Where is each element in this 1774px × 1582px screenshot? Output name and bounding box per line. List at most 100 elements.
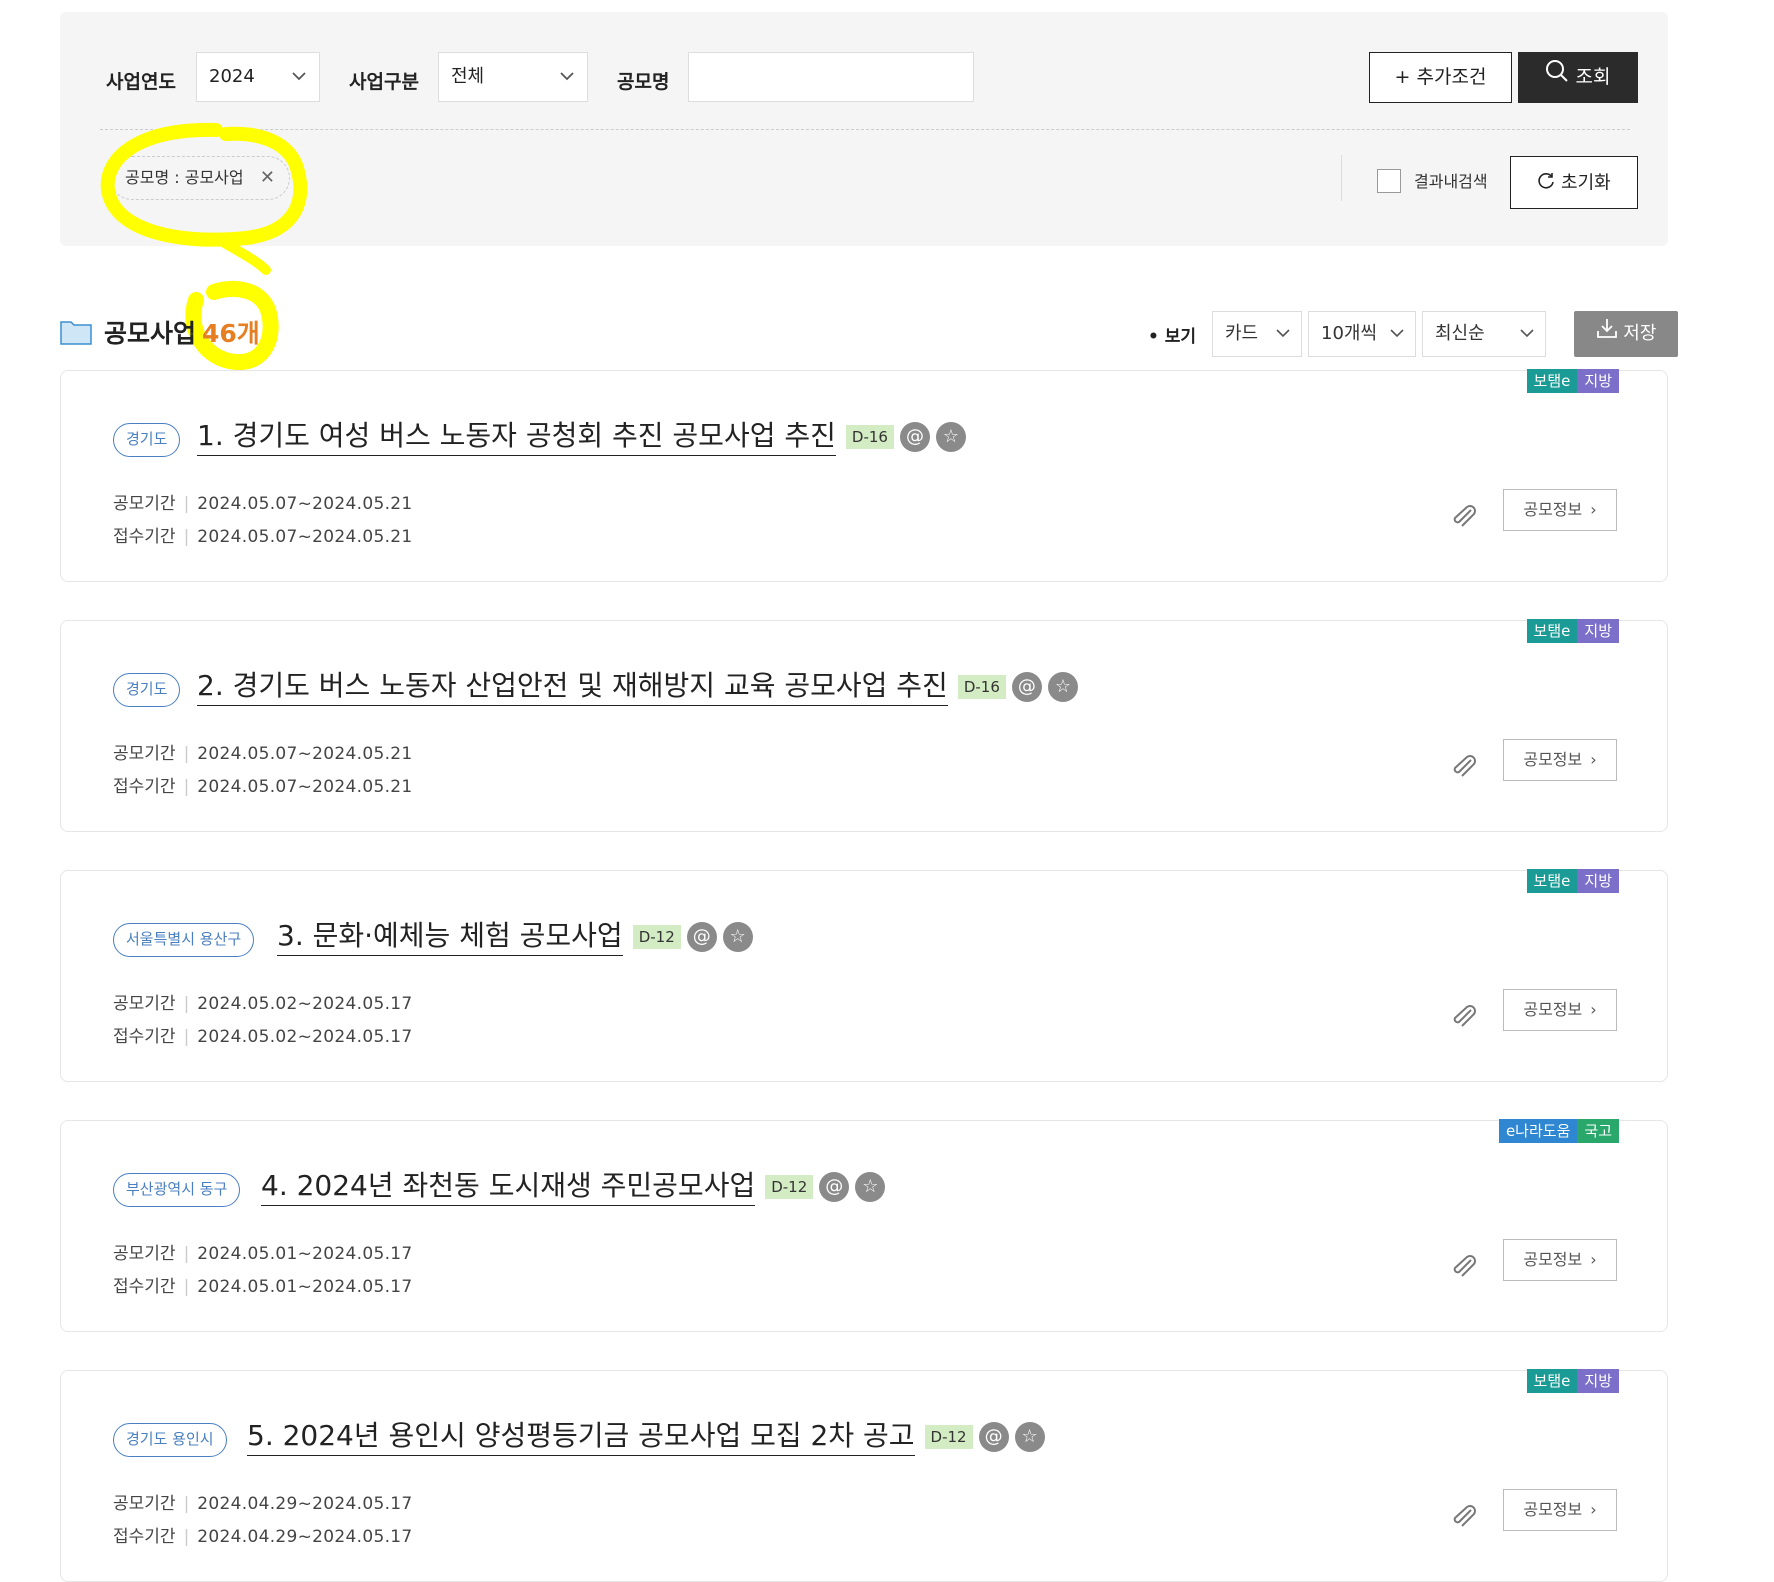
per-page-select[interactable]: 10개씩 bbox=[1308, 311, 1416, 357]
card-title-link[interactable]: 3. 문화·예체능 체험 공모사업 bbox=[277, 917, 623, 956]
source-badges: e나라도움 국고 bbox=[1498, 1119, 1619, 1143]
separator: | bbox=[183, 1277, 190, 1297]
search-icon bbox=[1545, 53, 1569, 102]
list-title: 공모사업 46개 bbox=[60, 312, 260, 352]
star-icon[interactable]: ☆ bbox=[1014, 1421, 1045, 1452]
card-title-link[interactable]: 2. 경기도 버스 노동자 산업안전 및 재해방지 교육 공모사업 추진 bbox=[197, 667, 948, 706]
type-label: 사업구분 bbox=[349, 71, 419, 93]
email-icon[interactable]: @ bbox=[978, 1421, 1009, 1452]
attachment-icon[interactable] bbox=[1451, 1255, 1479, 1283]
receipt-label: 접수기간 bbox=[113, 527, 176, 547]
attachment-icon[interactable] bbox=[1451, 1005, 1479, 1033]
info-button[interactable]: 공모정보 › bbox=[1503, 739, 1617, 781]
title-row: 4. 2024년 좌천동 도시재생 주민공모사업 D-12 @ ☆ bbox=[261, 1167, 886, 1206]
info-button[interactable]: 공모정보 › bbox=[1503, 1239, 1617, 1281]
search-button[interactable]: 조회 bbox=[1518, 52, 1638, 103]
chevron-right-icon: › bbox=[1590, 750, 1597, 769]
region-tag: 부산광역시 동구 bbox=[113, 1173, 241, 1207]
receipt-value: 2024.04.29~2024.05.17 bbox=[197, 1527, 413, 1547]
receipt-value: 2024.05.07~2024.05.21 bbox=[197, 777, 413, 797]
receipt-row: 접수기간 | 2024.05.02~2024.05.17 bbox=[113, 1022, 413, 1047]
separator: | bbox=[183, 1527, 190, 1547]
period-value: 2024.05.02~2024.05.17 bbox=[197, 994, 413, 1014]
star-icon[interactable]: ☆ bbox=[1047, 671, 1078, 702]
period-value: 2024.05.01~2024.05.17 bbox=[197, 1244, 413, 1264]
save-button-label: 저장 bbox=[1623, 323, 1657, 344]
divider bbox=[1341, 155, 1342, 201]
info-button-label: 공모정보 bbox=[1523, 750, 1583, 769]
list-item: e나라도움 국고부산광역시 동구 4. 2024년 좌천동 도시재생 주민공모사업 D… bbox=[60, 1119, 1668, 1332]
info-button-label: 공모정보 bbox=[1523, 1250, 1583, 1269]
receipt-label: 접수기간 bbox=[113, 1277, 176, 1297]
source-badges: 보탬e 지방 bbox=[1526, 369, 1619, 393]
source-badges: 보탬e 지방 bbox=[1526, 619, 1619, 643]
attachment-icon[interactable] bbox=[1451, 755, 1479, 783]
per-page-select-value: 10개씩 bbox=[1321, 323, 1378, 344]
info-button[interactable]: 공모정보 › bbox=[1503, 989, 1617, 1031]
list-item: 보탬e 지방경기도 2. 경기도 버스 노동자 산업안전 및 재해방지 교육 공모사… bbox=[60, 619, 1668, 832]
separator: | bbox=[183, 744, 190, 764]
receipt-row: 접수기간 | 2024.05.07~2024.05.21 bbox=[113, 772, 413, 797]
separator: | bbox=[183, 527, 190, 547]
card-title-link[interactable]: 1. 경기도 여성 버스 노동자 공청회 추진 공모사업 추진 bbox=[197, 417, 836, 456]
region-tag: 경기도 bbox=[113, 673, 181, 707]
info-button[interactable]: 공모정보 › bbox=[1503, 1489, 1617, 1531]
chevron-down-icon bbox=[1275, 312, 1291, 373]
result-search-checkbox[interactable] bbox=[1377, 169, 1401, 193]
folder-icon bbox=[60, 319, 92, 345]
period-label: 공모기간 bbox=[113, 994, 176, 1014]
receipt-label: 접수기간 bbox=[113, 777, 176, 797]
region-tag: 경기도 bbox=[113, 423, 181, 457]
chevron-down-icon bbox=[291, 53, 307, 120]
period-value: 2024.04.29~2024.05.17 bbox=[197, 1494, 413, 1514]
email-icon[interactable]: @ bbox=[899, 421, 930, 452]
chevron-right-icon: › bbox=[1590, 1250, 1597, 1269]
email-icon[interactable]: @ bbox=[1011, 671, 1042, 702]
save-button[interactable]: 저장 bbox=[1574, 311, 1678, 357]
source-badges: 보탬e 지방 bbox=[1526, 1369, 1619, 1393]
card-title-link[interactable]: 4. 2024년 좌천동 도시재생 주민공모사업 bbox=[261, 1167, 756, 1206]
category-badge: 지방 bbox=[1577, 1369, 1619, 1393]
reset-button[interactable]: 초기화 bbox=[1510, 156, 1638, 209]
email-icon[interactable]: @ bbox=[819, 1171, 850, 1202]
title-row: 1. 경기도 여성 버스 노동자 공청회 추진 공모사업 추진 D-16 @ ☆ bbox=[197, 417, 966, 456]
divider bbox=[100, 129, 1630, 130]
list-title-text: 공모사업 bbox=[104, 319, 197, 348]
name-label: 공모명 bbox=[617, 71, 670, 93]
receipt-value: 2024.05.01~2024.05.17 bbox=[197, 1277, 413, 1297]
category-badge: 지방 bbox=[1577, 869, 1619, 893]
add-condition-button[interactable]: + 추가조건 bbox=[1369, 52, 1512, 103]
period-label: 공모기간 bbox=[113, 494, 176, 514]
type-select[interactable]: 전체 bbox=[438, 52, 588, 102]
receipt-row: 접수기간 | 2024.05.01~2024.05.17 bbox=[113, 1272, 413, 1297]
info-button-label: 공모정보 bbox=[1523, 1500, 1583, 1519]
dday-badge: D-12 bbox=[765, 1174, 814, 1199]
view-select[interactable]: 카드 bbox=[1212, 311, 1302, 357]
star-icon[interactable]: ☆ bbox=[722, 921, 753, 952]
category-badge: 국고 bbox=[1577, 1119, 1619, 1143]
star-icon[interactable]: ☆ bbox=[935, 421, 966, 452]
star-icon[interactable]: ☆ bbox=[855, 1171, 886, 1202]
source-badge: 보탬e bbox=[1526, 1369, 1578, 1393]
separator: | bbox=[183, 1027, 190, 1047]
sort-select[interactable]: 최신순 bbox=[1422, 311, 1546, 357]
receipt-label: 접수기간 bbox=[113, 1027, 176, 1047]
info-button[interactable]: 공모정보 › bbox=[1503, 489, 1617, 531]
title-row: 3. 문화·예체능 체험 공모사업 D-12 @ ☆ bbox=[277, 917, 753, 956]
dday-badge: D-12 bbox=[924, 1424, 973, 1449]
view-label: • 보기 bbox=[1148, 327, 1197, 347]
attachment-icon[interactable] bbox=[1451, 1505, 1479, 1533]
email-icon[interactable]: @ bbox=[686, 921, 717, 952]
result-search-label: 결과내검색 bbox=[1414, 172, 1488, 191]
year-select[interactable]: 2024 bbox=[196, 52, 320, 102]
attachment-icon[interactable] bbox=[1451, 505, 1479, 533]
list-item: 보탬e 지방경기도 1. 경기도 여성 버스 노동자 공청회 추진 공모사업 추진 D… bbox=[60, 369, 1668, 582]
search-button-label: 조회 bbox=[1575, 66, 1611, 88]
chevron-right-icon: › bbox=[1590, 500, 1597, 519]
name-input[interactable] bbox=[688, 52, 974, 102]
info-button-label: 공모정보 bbox=[1523, 1000, 1583, 1019]
card-title-link[interactable]: 5. 2024년 용인시 양성평등기금 공모사업 모집 2차 공고 bbox=[247, 1417, 915, 1456]
period-row: 공모기간 | 2024.05.07~2024.05.21 bbox=[113, 739, 413, 764]
period-value: 2024.05.07~2024.05.21 bbox=[197, 494, 413, 514]
download-icon bbox=[1596, 311, 1618, 357]
